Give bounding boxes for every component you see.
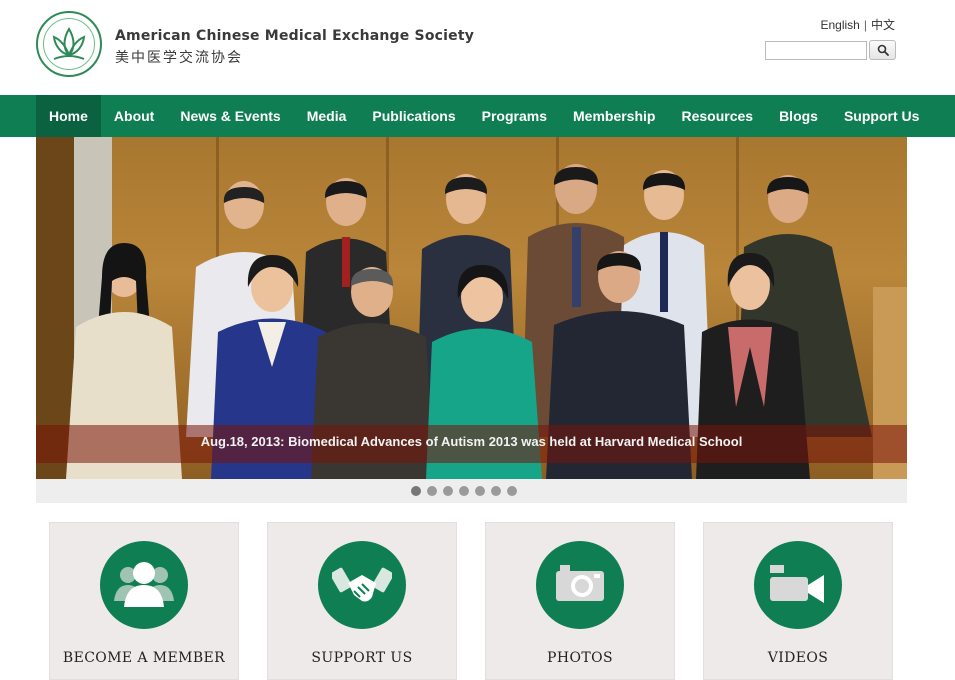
nav-item-media[interactable]: Media <box>294 95 360 137</box>
slider-dot[interactable] <box>427 486 437 496</box>
users-icon <box>114 562 174 607</box>
feature-support-us[interactable]: SUPPORT US <box>267 522 457 680</box>
society-logo[interactable] <box>36 11 102 77</box>
search-button[interactable] <box>869 40 896 60</box>
main-navigation: Home About News & Events Media Publicati… <box>0 95 955 137</box>
slider-dot[interactable] <box>491 486 501 496</box>
feature-photos[interactable]: PHOTOS <box>485 522 675 680</box>
feature-label: SUPPORT US <box>311 650 413 666</box>
lang-separator: | <box>863 18 867 32</box>
feature-label: VIDEOS <box>767 650 829 666</box>
slider-dot[interactable] <box>507 486 517 496</box>
handshake-icon <box>332 567 392 602</box>
nav-item-resources[interactable]: Resources <box>668 95 766 137</box>
nav-item-home[interactable]: Home <box>36 95 101 137</box>
language-switcher: English | 中文 <box>821 16 896 33</box>
nav-item-publications[interactable]: Publications <box>359 95 468 137</box>
feature-icon-circle <box>754 541 842 629</box>
site-title[interactable]: American Chinese Medical Exchange Societ… <box>115 28 474 44</box>
lang-english-link[interactable]: English <box>821 18 860 32</box>
nav-item-news-events[interactable]: News & Events <box>167 95 293 137</box>
camera-icon <box>556 565 604 601</box>
feature-icon-circle <box>536 541 624 629</box>
video-camera-icon <box>770 565 824 603</box>
slider-dots <box>411 486 517 496</box>
nav-item-programs[interactable]: Programs <box>469 95 560 137</box>
feature-label: BECOME A MEMBER <box>62 650 226 666</box>
slider-dot[interactable] <box>475 486 485 496</box>
nav-item-support-us[interactable]: Support Us <box>831 95 932 137</box>
feature-become-member[interactable]: BECOME A MEMBER <box>49 522 239 680</box>
slider-dot[interactable] <box>459 486 469 496</box>
lang-chinese-link[interactable]: 中文 <box>871 18 895 32</box>
hero-slider[interactable]: Aug.18, 2013: Biomedical Advances of Aut… <box>36 137 907 479</box>
feature-icon-circle <box>318 541 406 629</box>
nav-list: Home About News & Events Media Publicati… <box>36 95 932 137</box>
nav-item-membership[interactable]: Membership <box>560 95 668 137</box>
slide-caption[interactable]: Aug.18, 2013: Biomedical Advances of Aut… <box>36 434 907 449</box>
nav-item-about[interactable]: About <box>101 95 167 137</box>
feature-label: PHOTOS <box>547 650 613 666</box>
site-subtitle-chinese: 美中医学交流协会 <box>115 50 243 66</box>
slider-dot[interactable] <box>411 486 421 496</box>
search-icon <box>877 44 889 56</box>
feature-videos[interactable]: VIDEOS <box>703 522 893 680</box>
lotus-icon <box>52 27 86 60</box>
site-header: American Chinese Medical Exchange Societ… <box>0 0 955 95</box>
slider-dot[interactable] <box>443 486 453 496</box>
search-input[interactable] <box>765 41 867 60</box>
nav-item-blogs[interactable]: Blogs <box>766 95 831 137</box>
feature-icon-circle <box>100 541 188 629</box>
